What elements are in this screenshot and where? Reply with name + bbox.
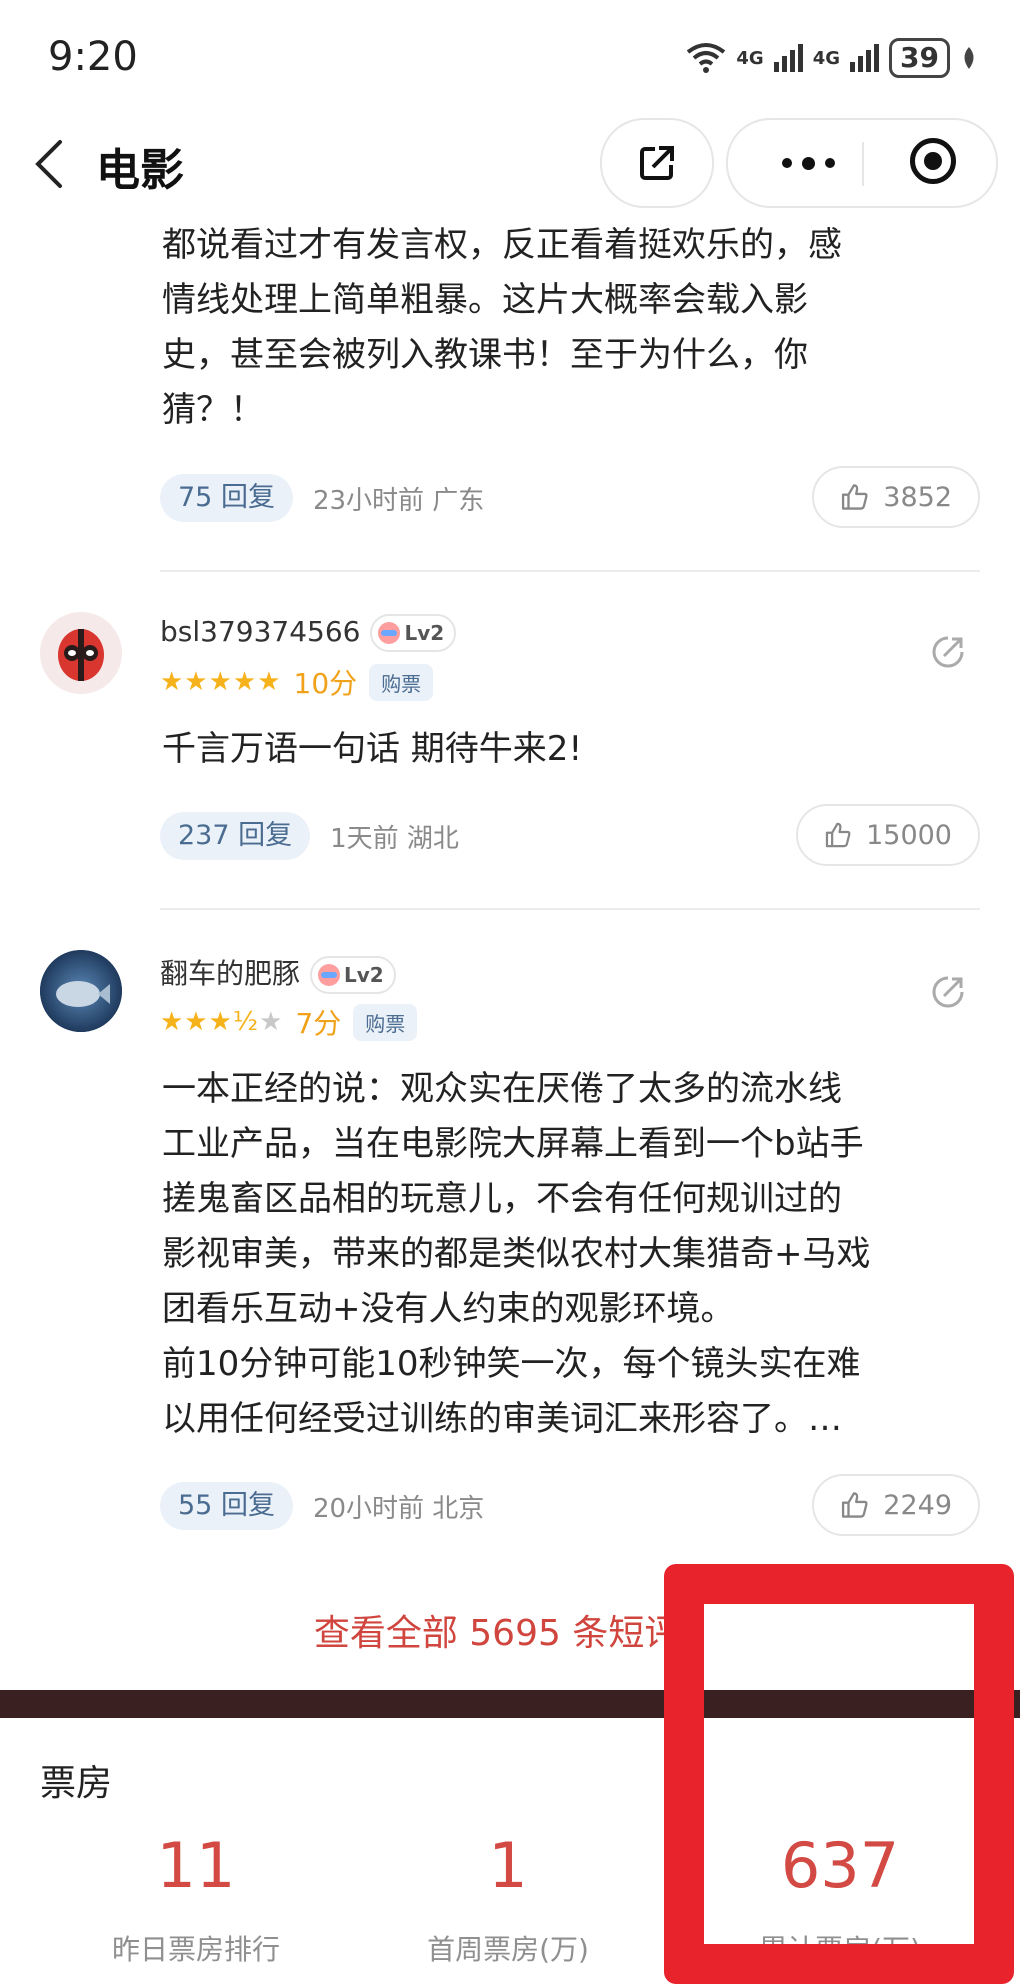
username-text: bsl379374566 — [160, 615, 361, 648]
signal-icon-1 — [773, 44, 803, 72]
comment-divider — [160, 908, 980, 910]
nav-bar: 电影 — [0, 118, 1020, 210]
comment-text: 一本正经的说：观众实在厌倦了太多的流水线 工业产品，当在电影院大屏幕上看到一个b… — [162, 1069, 871, 1439]
rating-row: ★★★★★ 10分 购票 — [160, 662, 434, 702]
more-button[interactable] — [758, 120, 858, 206]
thumbs-up-icon — [841, 484, 868, 510]
rating-score: 10分 — [293, 667, 358, 700]
reply-count-button[interactable]: 75 回复 — [160, 474, 293, 522]
deadpool-avatar-icon — [40, 612, 122, 694]
avatar[interactable] — [40, 950, 122, 1032]
level-face-icon — [318, 964, 341, 986]
comment-divider — [160, 570, 980, 572]
stat-label: 首周票房(万) — [427, 1933, 589, 1966]
battery-icon: 39 — [889, 38, 950, 78]
fish-avatar-icon — [40, 950, 122, 1032]
comment-time-location: 1天前 湖北 — [330, 823, 459, 854]
comment-meta: 237 回复 1天前 湖北 — [160, 810, 459, 862]
stat-label: 昨日票房排行 — [111, 1933, 280, 1966]
comment-time-location: 23小时前 广东 — [312, 485, 485, 516]
share-button[interactable] — [600, 118, 714, 208]
system-icons: 4G 4G 39 — [686, 38, 978, 78]
like-button[interactable]: 2249 — [812, 1474, 980, 1536]
thumbs-up-icon — [825, 822, 851, 848]
box-office-title: 票房 — [40, 1763, 113, 1804]
like-count: 3852 — [883, 481, 952, 513]
capsule-menu — [726, 118, 998, 208]
capsule-divider — [862, 142, 864, 186]
signal-icon-2 — [850, 44, 880, 72]
back-icon[interactable] — [26, 136, 74, 192]
thumbs-up-icon — [841, 1492, 868, 1518]
network-label-1: 4G — [736, 47, 764, 69]
rating-score: 7分 — [295, 1007, 342, 1040]
rating-row: ★★★½★ 7分 购票 — [160, 1002, 418, 1042]
reply-count-button[interactable]: 55 回复 — [160, 1482, 293, 1530]
network-label-2: 4G — [812, 47, 841, 69]
wifi-icon — [687, 43, 726, 73]
leaf-icon — [964, 47, 974, 69]
avatar[interactable] — [40, 612, 122, 694]
share-icon — [640, 146, 674, 180]
status-bar: 9:20 4G 4G 39 — [0, 0, 1020, 118]
clock: 9:20 — [48, 34, 138, 80]
reply-count-button[interactable]: 237 回复 — [160, 812, 311, 860]
purchase-tag: 购票 — [369, 663, 434, 701]
comment-meta: 75 回复 23小时前 广东 — [160, 472, 484, 524]
purchase-tag: 购票 — [353, 1003, 418, 1041]
username[interactable]: 翻车的肥豚 Lv2 — [160, 952, 396, 994]
level-badge: Lv2 — [310, 956, 396, 994]
comment-text: 都说看过才有发言权，反正看着挺欢乐的，感 情线处理上简单粗暴。这片大概率会载入影… — [162, 225, 842, 430]
close-miniapp-icon[interactable] — [910, 138, 956, 184]
box-office-stat: 1 首周票房(万) — [378, 1826, 638, 1968]
level-text: Lv2 — [404, 621, 445, 645]
stat-value: 11 — [156, 1829, 236, 1902]
highlight-annotation-box — [664, 1564, 1014, 1984]
level-badge: Lv2 — [370, 614, 457, 652]
star-rating-icon: ★★★½★ — [160, 1007, 284, 1037]
share-comment-icon[interactable] — [928, 632, 968, 672]
level-text: Lv2 — [344, 963, 384, 987]
like-count: 15000 — [866, 819, 952, 851]
stat-value: 1 — [488, 1829, 528, 1902]
comment-time-location: 20小时前 北京 — [312, 1493, 485, 1524]
comment-meta: 55 回复 20小时前 北京 — [160, 1480, 484, 1532]
username-text: 翻车的肥豚 — [160, 957, 301, 990]
like-count: 2249 — [883, 1489, 952, 1521]
like-button[interactable]: 3852 — [812, 466, 980, 528]
username[interactable]: bsl379374566 Lv2 — [160, 614, 457, 652]
level-face-icon — [378, 622, 401, 644]
page-title: 电影 — [96, 145, 184, 196]
comment-text: 千言万语一句话 期待牛来2! — [162, 729, 583, 769]
like-button[interactable]: 15000 — [796, 804, 980, 866]
share-comment-icon[interactable] — [928, 972, 968, 1012]
star-rating-icon: ★★★★★ — [160, 667, 282, 697]
box-office-stat: 11 昨日票房排行 — [66, 1826, 326, 1968]
